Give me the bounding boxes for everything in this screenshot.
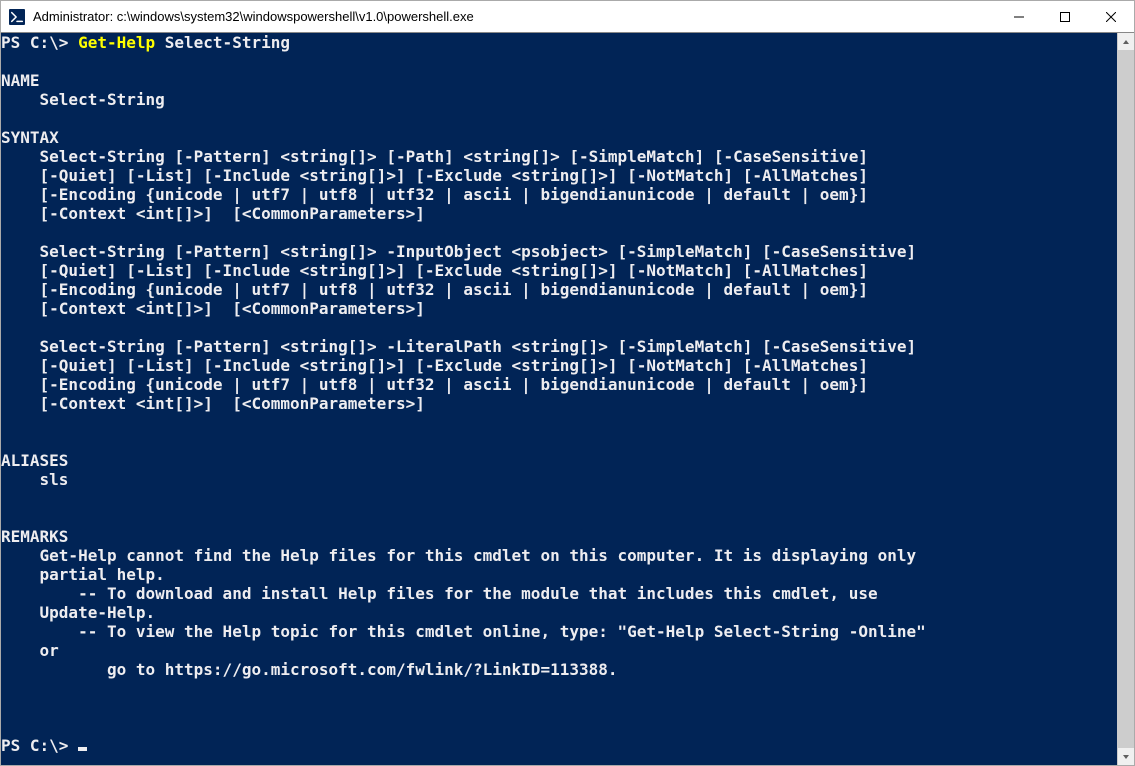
remarks-line: -- To download and install Help files fo… [1, 584, 878, 603]
prompt-prefix: PS C:\> [1, 736, 78, 755]
remarks-line: partial help. [1, 565, 165, 584]
syntax-line: [-Encoding {unicode | utf7 | utf8 | utf3… [1, 185, 868, 204]
scroll-up-arrow-icon[interactable] [1118, 33, 1134, 50]
blank-line [1, 223, 11, 242]
maximize-button[interactable] [1042, 1, 1088, 32]
blank-line [1, 489, 11, 508]
aliases-value: sls [1, 470, 68, 489]
syntax-line: [-Context <int[]>] [<CommonParameters>] [1, 299, 425, 318]
section-header-name: NAME [1, 71, 40, 90]
section-header-syntax: SYNTAX [1, 128, 59, 147]
remarks-line: Get-Help cannot find the Help files for … [1, 546, 916, 565]
cmdlet-arg: Select-String [155, 33, 290, 52]
syntax-line: [-Quiet] [-List] [-Include <string[]>] [… [1, 356, 868, 375]
scroll-track[interactable] [1118, 50, 1134, 748]
terminal-output[interactable]: PS C:\> Get-Help Select-String NAME Sele… [1, 33, 1117, 765]
cursor [78, 747, 87, 751]
syntax-line: [-Quiet] [-List] [-Include <string[]>] [… [1, 166, 868, 185]
remarks-line: go to https://go.microsoft.com/fwlink/?L… [1, 660, 618, 679]
blank-line [1, 109, 11, 128]
minimize-button[interactable] [996, 1, 1042, 32]
blank-line [1, 698, 11, 717]
prompt-prefix: PS C:\> [1, 33, 78, 52]
remarks-line: -- To view the Help topic for this cmdle… [1, 622, 926, 641]
window-title: Administrator: c:\windows\system32\windo… [33, 9, 996, 24]
close-button[interactable] [1088, 1, 1134, 32]
syntax-line: [-Quiet] [-List] [-Include <string[]>] [… [1, 261, 868, 280]
blank-line [1, 679, 11, 698]
remarks-line: Update-Help. [1, 603, 155, 622]
blank-line [1, 318, 11, 337]
syntax-line: [-Encoding {unicode | utf7 | utf8 | utf3… [1, 280, 868, 299]
cmdlet-name: Get-Help [78, 33, 155, 52]
syntax-line: Select-String [-Pattern] <string[]> -Lit… [1, 337, 916, 356]
blank-line [1, 413, 11, 432]
section-header-aliases: ALIASES [1, 451, 68, 470]
syntax-line: Select-String [-Pattern] <string[]> [-Pa… [1, 147, 868, 166]
blank-line [1, 432, 11, 451]
blank-line [1, 508, 11, 527]
section-header-remarks: REMARKS [1, 527, 68, 546]
syntax-line: [-Encoding {unicode | utf7 | utf8 | utf3… [1, 375, 868, 394]
vertical-scrollbar[interactable] [1117, 33, 1134, 765]
remarks-line: or [1, 641, 59, 660]
syntax-line: Select-String [-Pattern] <string[]> -Inp… [1, 242, 916, 261]
powershell-icon [9, 9, 25, 25]
syntax-line: [-Context <int[]>] [<CommonParameters>] [1, 204, 425, 223]
syntax-line: [-Context <int[]>] [<CommonParameters>] [1, 394, 425, 413]
scroll-down-arrow-icon[interactable] [1118, 748, 1134, 765]
window-controls [996, 1, 1134, 32]
blank-line [1, 717, 11, 736]
scroll-thumb[interactable] [1118, 50, 1134, 748]
blank-line [1, 52, 11, 71]
name-value: Select-String [1, 90, 165, 109]
window-titlebar: Administrator: c:\windows\system32\windo… [1, 1, 1134, 33]
